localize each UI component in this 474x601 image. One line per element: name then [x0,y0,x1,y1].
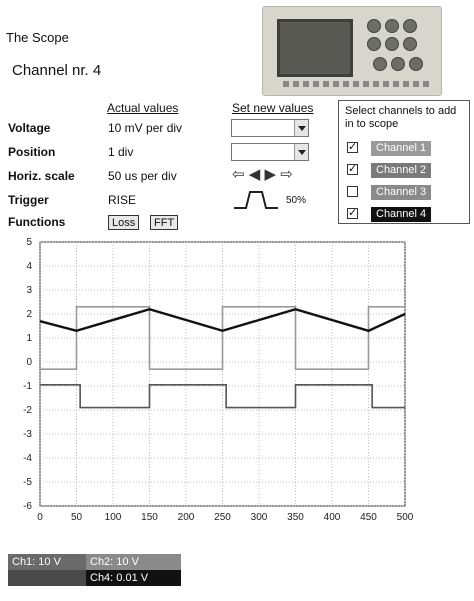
chevron-down-icon[interactable] [294,144,308,160]
left-arrow-icon[interactable]: ◀ [249,166,261,183]
y-tick-label: -4 [23,453,32,464]
channel-select-header: Select channels to add in to scope [345,105,457,130]
fft-button[interactable]: FFT [150,215,179,230]
y-tick-label: -1 [23,381,32,392]
x-tick-label: 200 [178,512,195,523]
x-tick-label: 50 [71,512,83,523]
channel-title: Channel nr. 4 [12,62,102,79]
horiz-scale-value: 50 us per div [108,169,177,183]
voltage-select[interactable] [231,119,309,137]
loss-button[interactable]: Loss [108,215,140,230]
y-tick-label: 3 [26,285,32,296]
channel-1-checkbox[interactable]: ✓ [347,142,358,153]
actual-values-header: Actual values [107,101,179,115]
x-tick-label: 300 [251,512,268,523]
channel-3-checkbox[interactable] [347,186,358,197]
y-tick-label: -5 [23,477,32,488]
plot-grid [39,241,406,507]
trigger-value: RISE [108,193,137,207]
status-ch4: Ch4: 0.01 V [86,570,181,586]
horiz-scale-label: Horiz. scale [8,169,75,183]
app-title: The Scope [6,30,69,45]
set-new-values-header: Set new values [232,101,314,115]
double-left-arrow-icon[interactable]: ⇦ [232,166,245,183]
y-tick-label: -2 [23,405,32,416]
channel-2-label: Channel 2 [371,163,432,178]
channel-4-checkbox[interactable]: ✓ [347,208,358,219]
x-tick-label: 350 [287,512,304,523]
channel-select-panel: Select channels to add in to scope ✓ Cha… [338,100,470,224]
position-select[interactable] [231,143,309,161]
scope-controls-image [363,15,433,75]
x-tick-label: 250 [214,512,231,523]
position-label: Position [8,145,56,159]
trigger-label: Trigger [8,193,49,207]
y-tick-label: 5 [26,237,32,248]
channel-4-label: Channel 4 [371,207,432,222]
functions-label: Functions [8,215,66,229]
x-tick-label: 100 [105,512,122,523]
double-right-arrow-icon[interactable]: ⇨ [280,166,293,183]
y-tick-label: 1 [26,333,32,344]
scope-plot: 0 50 100 150 200 250 300 350 400 450 500 5 4 3 2 1 0 -1 -2… [23,237,414,523]
scope-screen-image [277,19,353,77]
x-tick-label: 0 [37,512,43,523]
channel-3-row[interactable]: Channel 3 [347,185,465,201]
status-empty-cell [8,570,86,586]
right-arrow-icon[interactable]: ▶ [264,166,276,183]
status-ch2: Ch2: 10 V [86,554,181,570]
status-ch1: Ch1: 10 V [8,554,86,570]
voltage-value: 10 mV per div [108,121,183,135]
x-tick-label: 400 [324,512,341,523]
y-tick-label: 4 [26,261,32,272]
y-tick-label: 2 [26,309,32,320]
channel-1-label: Channel 1 [371,141,432,156]
trigger-rise-icon[interactable] [232,188,280,210]
channel-2-checkbox[interactable]: ✓ [347,164,358,175]
channel-1-row[interactable]: ✓ Channel 1 [347,141,465,157]
y-tick-label: -6 [23,501,32,512]
trigger-level: 50% [286,195,307,206]
x-tick-label: 500 [397,512,414,523]
channel-4-row[interactable]: ✓ Channel 4 [347,207,465,223]
x-tick-label: 150 [141,512,158,523]
voltage-label: Voltage [8,121,51,135]
oscilloscope-image [262,6,442,96]
channel-3-label: Channel 3 [371,185,432,200]
horiz-scale-controls: ⇦ ◀ ▶ ⇨ [232,165,293,183]
x-tick-label: 450 [360,512,377,523]
channel-2-row[interactable]: ✓ Channel 2 [347,163,465,179]
y-tick-label: -3 [23,429,32,440]
chevron-down-icon[interactable] [294,120,308,136]
position-value: 1 div [108,145,134,159]
y-tick-label: 0 [26,357,32,368]
